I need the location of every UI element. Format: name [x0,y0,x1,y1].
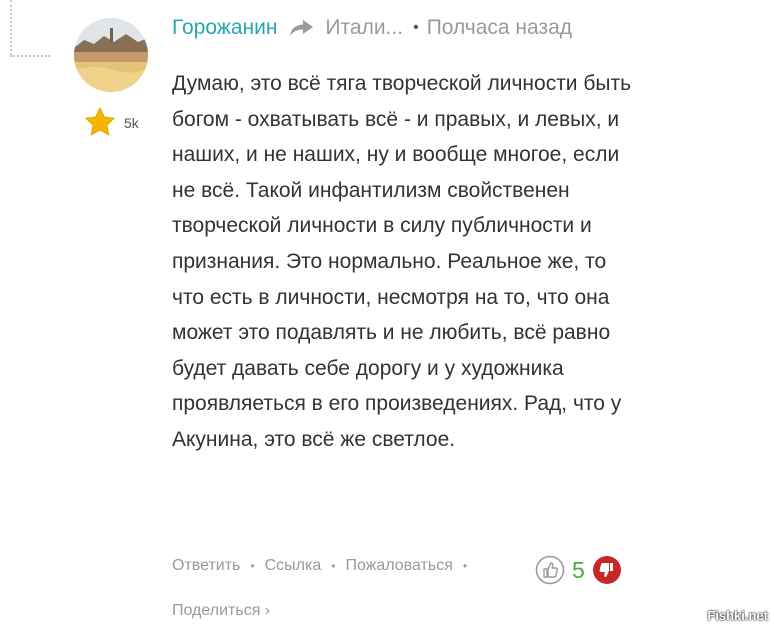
permalink-link[interactable]: Ссылка [265,557,322,575]
thread-line-vertical [10,0,12,55]
share-link[interactable]: Поделиться › [172,602,270,620]
star-icon [84,106,116,136]
watermark: Fishki.net [707,608,768,623]
author-name[interactable]: Горожанин [172,16,277,40]
vote-controls: 5 [535,555,622,585]
thumbs-up-icon[interactable] [535,555,565,585]
thread-line-horizontal [10,55,50,57]
comment-body: Думаю, это всё тяга творческой личности … [172,72,632,451]
comment-actions: Ответить • Ссылка • Пожаловаться • [172,557,477,575]
avatar[interactable] [74,18,148,92]
separator-dot: • [250,559,255,573]
rating-value: 5k [124,115,139,131]
reply-to-user[interactable]: Итали... [325,16,403,40]
report-link[interactable]: Пожаловаться [345,557,452,575]
vote-score: 5 [572,556,585,583]
reply-arrow-icon [290,20,314,36]
separator-dot: • [331,559,336,573]
thumbs-down-icon[interactable] [592,555,622,585]
reply-link[interactable]: Ответить [172,557,240,575]
separator-dot: • [413,19,419,36]
comment-time[interactable]: Полчаса назад [427,16,572,40]
user-rating: 5k [84,106,139,138]
separator-dot: • [462,559,468,573]
comment-header: Горожанин Итали... • Полчаса назад [172,16,572,40]
